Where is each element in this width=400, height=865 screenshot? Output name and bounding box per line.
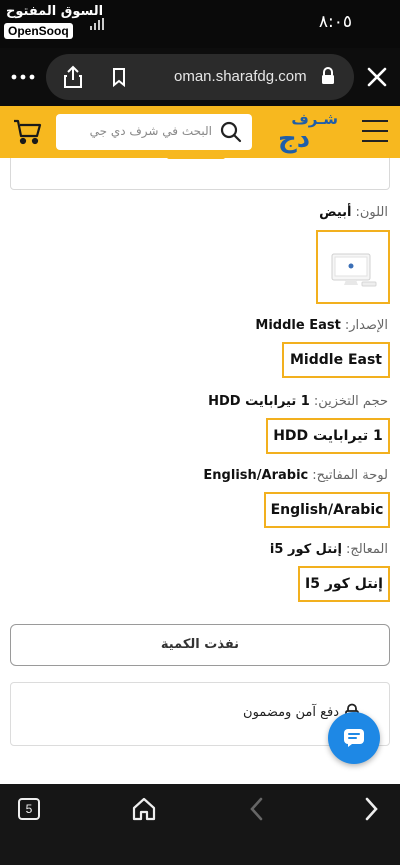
site-header: البحث في شرف دي جي شـرف دج: [0, 106, 400, 158]
watermark-english: OpenSooq: [4, 23, 73, 39]
bookmark-icon[interactable]: [108, 66, 130, 88]
color-swatch-white[interactable]: [316, 230, 390, 304]
tab-count-button[interactable]: 5: [18, 798, 40, 820]
sharaf-dg-logo[interactable]: شـرف دج: [276, 110, 340, 154]
edition-chip-middle-east[interactable]: Middle East: [282, 342, 390, 378]
search-placeholder[interactable]: البحث في شرف دي جي: [90, 124, 212, 138]
processor-option-label: المعالج:إنتل كور i5: [270, 542, 388, 557]
edition-label: الإصدار:: [344, 318, 388, 333]
badge: [167, 158, 225, 159]
chevron-left-icon[interactable]: [246, 796, 268, 822]
product-thumbnail-icon: [331, 253, 377, 287]
opensooq-watermark: السوق المفتوح OpenSooq: [4, 4, 103, 39]
chat-button[interactable]: [328, 712, 380, 764]
previous-section-card: [10, 158, 390, 190]
keyboard-value: English/Arabic: [203, 468, 309, 483]
product-options: اللون:أبيض الإصدار:Middle East Middle Ea…: [0, 158, 400, 784]
chevron-right-icon[interactable]: [360, 796, 382, 822]
out-of-stock-button[interactable]: نفذت الكمية: [10, 624, 390, 666]
storage-chip-1tb-hdd[interactable]: 1 تيرابايت HDD: [266, 418, 390, 454]
cart-icon[interactable]: [12, 116, 42, 146]
share-icon[interactable]: [60, 64, 86, 90]
browser-toolbar: oman.sharafdg.com: [0, 48, 400, 106]
close-icon[interactable]: [364, 64, 390, 90]
browser-bottom-nav: 5: [0, 784, 400, 865]
edition-value: Middle East: [255, 318, 341, 333]
color-value: أبيض: [319, 205, 352, 220]
watermark-arabic: السوق المفتوح: [6, 4, 104, 19]
search-icon[interactable]: [220, 121, 242, 143]
color-label: اللون:: [355, 205, 388, 220]
more-horizontal-icon[interactable]: [10, 65, 36, 89]
edition-option-label: الإصدار:Middle East: [255, 318, 388, 333]
keyboard-option-label: لوحة المفاتيح:English/Arabic: [203, 468, 388, 483]
processor-chip-intel-core-i5[interactable]: إنتل كور I5: [298, 566, 390, 602]
secure-payment-text: دفع آمن ومضمون: [243, 705, 339, 720]
lock-icon: [320, 67, 336, 85]
keyboard-label: لوحة المفاتيح:: [312, 468, 388, 483]
processor-label: المعالج:: [345, 542, 388, 557]
keyboard-chip-english-arabic[interactable]: English/Arabic: [264, 492, 390, 528]
storage-option-label: حجم التخزين:1 تيرابايت HDD: [208, 394, 388, 409]
url-text[interactable]: oman.sharafdg.com: [174, 68, 307, 85]
status-time: ٨:٠٥: [318, 12, 352, 32]
logo-main-text: دج: [278, 124, 312, 154]
processor-value: إنتل كور i5: [269, 542, 342, 557]
storage-value: 1 تيرابايت HDD: [208, 394, 310, 409]
search-box[interactable]: البحث في شرف دي جي: [56, 114, 252, 150]
signal-icon: [90, 18, 104, 30]
storage-label: حجم التخزين:: [313, 394, 388, 409]
home-icon[interactable]: [131, 796, 157, 822]
address-bar[interactable]: oman.sharafdg.com: [46, 54, 354, 100]
status-bar: السوق المفتوح OpenSooq ٨:٠٥: [0, 0, 400, 48]
color-option-label: اللون:أبيض: [319, 205, 388, 220]
hamburger-menu-icon[interactable]: [362, 120, 388, 142]
chat-icon: [343, 728, 365, 748]
